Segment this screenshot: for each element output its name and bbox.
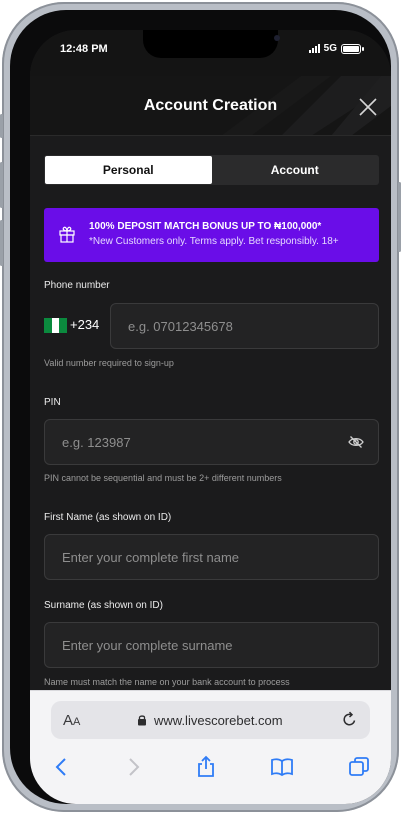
reader-aa-button[interactable]: AA: [63, 712, 80, 729]
gift-icon: [59, 226, 75, 243]
front-camera: [274, 35, 280, 41]
promo-subline: *New Customers only. Terms apply. Bet re…: [89, 236, 339, 247]
form-tabs: Personal Account: [44, 155, 379, 185]
nigeria-flag-icon[interactable]: [44, 318, 68, 333]
volume-down-button: [0, 220, 3, 266]
bookmarks-icon[interactable]: [270, 755, 294, 779]
promo-banner[interactable]: 100% DEPOSIT MATCH BONUS UP TO ₦100,000*…: [44, 208, 379, 262]
pin-label: PIN: [44, 397, 61, 408]
status-indicators: 5G: [308, 43, 364, 54]
status-bar: 12:48 PM 5G: [30, 30, 391, 76]
modal-header: Account Creation: [30, 76, 391, 136]
phone-frame: 12:48 PM 5G Account Creation Personal Ac…: [0, 2, 401, 812]
address-bar[interactable]: AA www.livescorebet.com: [51, 701, 370, 739]
battery-icon: [341, 43, 364, 54]
url-text: www.livescorebet.com: [154, 713, 283, 728]
tab-account[interactable]: Account: [212, 156, 379, 184]
first-name-input[interactable]: Enter your complete first name: [44, 534, 379, 580]
tabs-icon[interactable]: [347, 755, 371, 779]
close-icon[interactable]: [357, 96, 379, 118]
phone-label: Phone number: [44, 280, 110, 291]
country-code[interactable]: +234: [70, 317, 99, 332]
dynamic-notch: [143, 30, 280, 58]
tab-personal[interactable]: Personal: [45, 156, 212, 184]
pin-hint: PIN cannot be sequential and must be 2+ …: [44, 473, 282, 483]
browser-toolbar: AA www.livescorebet.com: [30, 690, 391, 804]
surname-input[interactable]: Enter your complete surname: [44, 622, 379, 668]
reload-icon[interactable]: [341, 711, 358, 728]
surname-hint: Name must match the name on your bank ac…: [44, 677, 290, 687]
volume-up-button: [0, 162, 3, 208]
pin-input[interactable]: e.g. 123987: [44, 419, 379, 465]
share-icon[interactable]: [194, 755, 218, 779]
first-name-label: First Name (as shown on ID): [44, 512, 172, 523]
screen: 12:48 PM 5G Account Creation Personal Ac…: [30, 30, 391, 804]
network-type: 5G: [323, 43, 337, 54]
pin-placeholder: e.g. 123987: [62, 434, 131, 450]
phone-input[interactable]: e.g. 07012345678: [110, 303, 379, 349]
lock-icon: [138, 715, 146, 726]
forward-icon[interactable]: [121, 755, 145, 779]
eye-slash-icon[interactable]: [348, 434, 364, 450]
page-title: Account Creation: [143, 97, 278, 114]
phone-bezel: 12:48 PM 5G Account Creation Personal Ac…: [10, 10, 391, 804]
surname-label: Surname (as shown on ID): [44, 600, 163, 611]
status-time: 12:48 PM: [60, 43, 108, 55]
browser-nav: [30, 749, 391, 785]
back-icon[interactable]: [50, 755, 74, 779]
signal-icon: [308, 44, 320, 53]
phone-hint: Valid number required to sign-up: [44, 358, 174, 368]
mute-switch: [0, 114, 3, 138]
promo-headline: 100% DEPOSIT MATCH BONUS UP TO ₦100,000*: [89, 221, 322, 232]
